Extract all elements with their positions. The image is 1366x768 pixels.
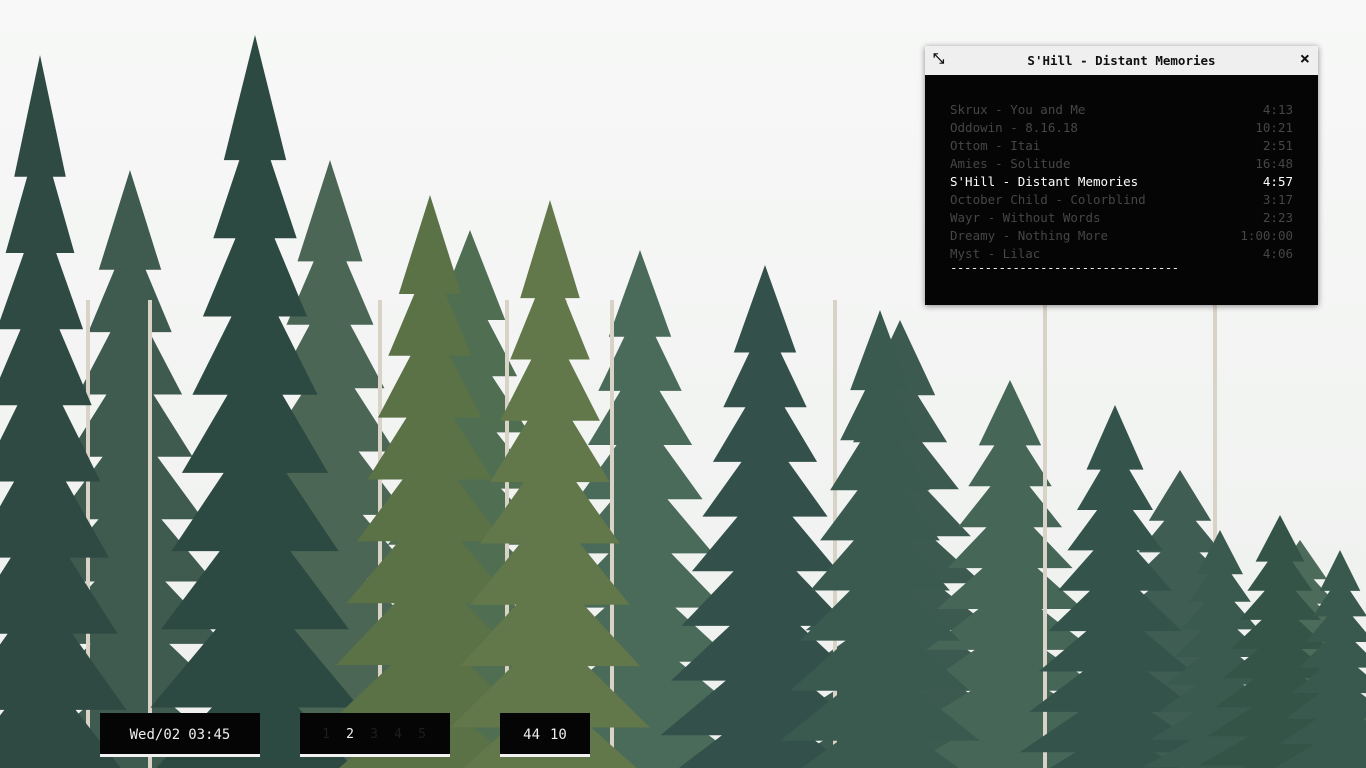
clock-block: Wed/02 03:45 xyxy=(100,713,260,757)
workspace-4[interactable]: 4 xyxy=(391,713,405,757)
resize-icon[interactable]: ⤡ xyxy=(933,51,944,67)
playlist-track[interactable]: S'Hill - Distant Memories 4:57 xyxy=(950,173,1293,191)
playlist-track[interactable]: Oddowin - 8.16.18 10:21 xyxy=(950,119,1293,137)
workspace-switcher[interactable]: 1 2 3 4 5 xyxy=(300,713,450,757)
track-name: October Child - Colorblind xyxy=(950,192,1146,207)
stat-value: 44 xyxy=(523,727,540,743)
track-duration: 16:48 xyxy=(1255,156,1293,171)
track-duration: 4:13 xyxy=(1262,102,1293,117)
system-stats-block: 44 10 xyxy=(500,713,590,757)
track-name: Skrux - You and Me xyxy=(950,102,1086,117)
close-icon[interactable]: × xyxy=(1300,49,1310,69)
track-duration: 3:17 xyxy=(1262,192,1293,207)
playlist-track[interactable]: October Child - Colorblind 3:17 xyxy=(950,191,1293,209)
track-name: S'Hill - Distant Memories xyxy=(950,174,1139,189)
track-name: Amies - Solitude xyxy=(950,156,1071,171)
track-name: Wayr - Without Words xyxy=(950,210,1101,225)
track-duration: 2:51 xyxy=(1262,138,1293,153)
track-duration: 1:00:00 xyxy=(1240,228,1293,243)
playlist-track[interactable]: Dreamy - Nothing More 1:00:00 xyxy=(950,227,1293,245)
track-name: Oddowin - 8.16.18 xyxy=(950,120,1078,135)
track-name: Myst - Lilac xyxy=(950,246,1041,261)
time-label: 03:45 xyxy=(188,727,231,743)
window-titlebar[interactable]: ⤡ S'Hill - Distant Memories × xyxy=(925,46,1318,75)
playlist-separator: --------------------------------- xyxy=(950,260,1179,275)
workspace-1[interactable]: 1 xyxy=(319,713,333,757)
playlist-track[interactable]: Skrux - You and Me 4:13 xyxy=(950,101,1293,119)
playlist-track[interactable]: Ottom - Itai 2:51 xyxy=(950,137,1293,155)
playlist-track[interactable]: Myst - Lilac 4:06 xyxy=(950,245,1293,263)
playlist-track[interactable]: Wayr - Without Words 2:23 xyxy=(950,209,1293,227)
music-player-window[interactable]: ⤡ S'Hill - Distant Memories × Skrux - Yo… xyxy=(925,46,1318,305)
playlist[interactable]: Skrux - You and Me 4:13 Oddowin - 8.16.1… xyxy=(950,101,1293,274)
track-duration: 4:06 xyxy=(1262,246,1293,261)
workspace-5[interactable]: 5 xyxy=(415,713,429,757)
date-label: Wed/02 xyxy=(129,727,181,743)
playlist-track[interactable]: Amies - Solitude 16:48 xyxy=(950,155,1293,173)
track-name: Dreamy - Nothing More xyxy=(950,228,1109,243)
track-duration: 10:21 xyxy=(1255,120,1293,135)
track-duration: 4:57 xyxy=(1262,174,1293,189)
track-duration: 2:23 xyxy=(1262,210,1293,225)
window-title: S'Hill - Distant Memories xyxy=(1027,53,1216,68)
track-name: Ottom - Itai xyxy=(950,138,1041,153)
stat-value: 10 xyxy=(550,727,567,743)
workspace-2[interactable]: 2 xyxy=(343,713,357,757)
workspace-3[interactable]: 3 xyxy=(367,713,381,757)
